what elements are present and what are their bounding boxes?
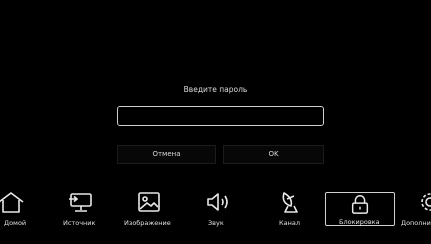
menu-item-home[interactable]: Домой [0,188,36,228]
password-dialog-title: Введите пароль [183,85,248,94]
menu-item-picture[interactable]: Изображение [122,188,177,228]
picture-icon [134,190,164,214]
cancel-button[interactable]: Отмена [117,145,216,164]
menu-item-label: Домой [4,219,27,227]
source-icon [66,190,96,214]
menu-item-additional[interactable]: Дополнительно [399,188,431,228]
lock-icon [345,193,375,215]
menu-item-label: Блокировка [339,218,380,226]
menu-item-label: Изображение [124,219,171,227]
ok-button[interactable]: OK [223,145,324,164]
password-input[interactable] [117,106,324,126]
home-icon [0,190,26,214]
gear-icon [415,190,431,214]
menu-item-source[interactable]: Источник [60,188,105,228]
tv-settings-screen: Введите пароль Отмена OK Домой Источник … [0,0,431,244]
menu-item-channel[interactable]: Канал [272,188,308,228]
bottom-menu-bar: Домой Источник Изображение Звук Канал Бл… [0,188,431,228]
menu-item-label: Звук [208,219,224,227]
menu-item-label: Канал [279,219,300,227]
channel-antenna-icon [275,190,305,214]
menu-item-label: Дополнительно [401,219,431,227]
menu-item-label: Источник [63,219,96,227]
sound-icon [203,190,233,214]
menu-item-sound[interactable]: Звук [200,188,236,228]
menu-item-lock[interactable]: Блокировка [325,192,395,226]
